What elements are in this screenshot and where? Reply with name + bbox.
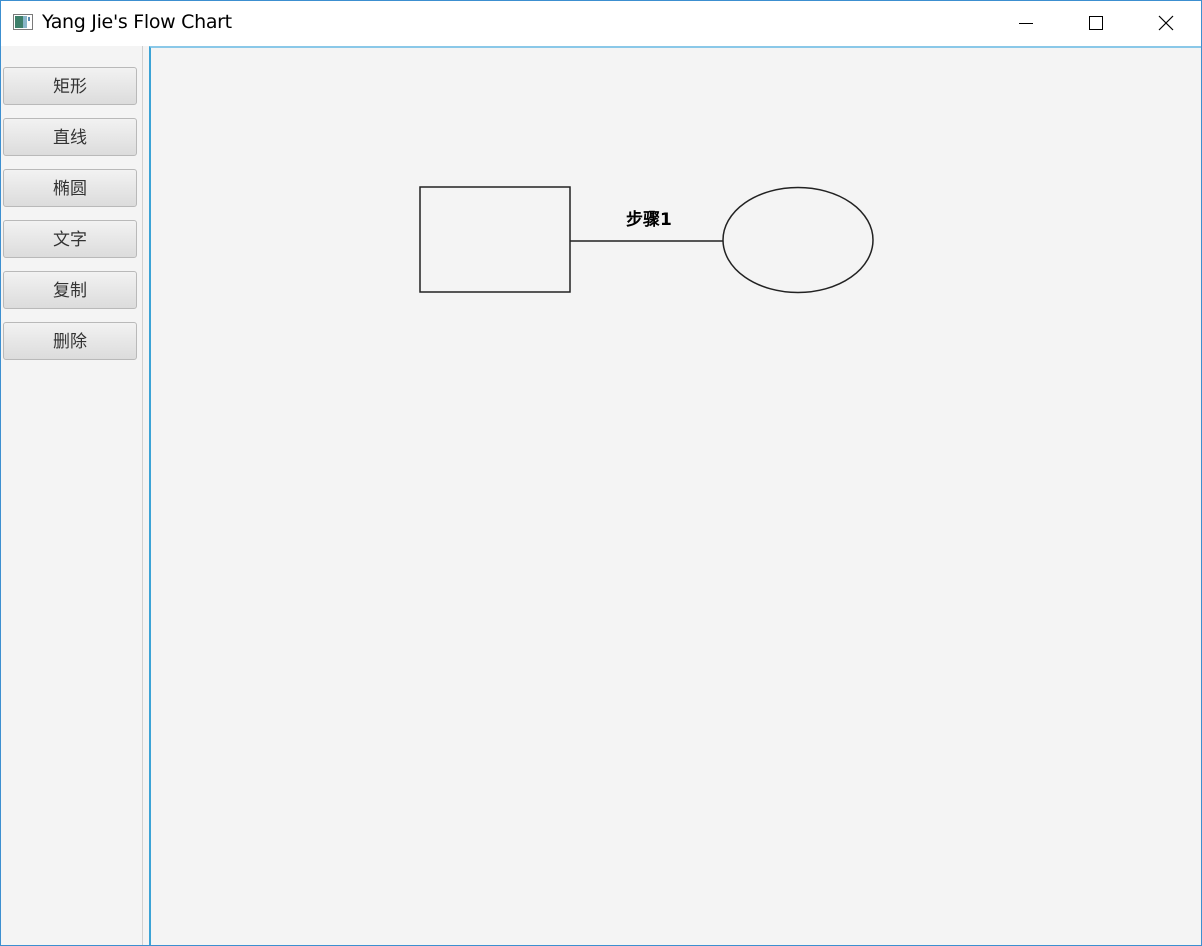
- canvas-svg: 步骤1: [419, 186, 874, 294]
- rectangle-button[interactable]: 矩形: [3, 67, 137, 105]
- text-button[interactable]: 文字: [3, 220, 137, 258]
- close-button[interactable]: [1131, 1, 1201, 46]
- drawing-canvas[interactable]: 步骤1: [149, 46, 1201, 945]
- maximize-icon: [1089, 16, 1103, 30]
- app-window: Yang Jie's Flow Chart 矩形 直线 椭圆 文字 复制 删除: [0, 0, 1202, 946]
- ellipse-button[interactable]: 椭圆: [3, 169, 137, 207]
- delete-button[interactable]: 删除: [3, 322, 137, 360]
- app-icon: [13, 14, 33, 30]
- window-title: Yang Jie's Flow Chart: [42, 11, 232, 33]
- minimize-icon: [1019, 23, 1033, 24]
- minimize-button[interactable]: [991, 1, 1061, 46]
- ellipse-shape[interactable]: [722, 186, 874, 294]
- maximize-button[interactable]: [1061, 1, 1131, 46]
- copy-button[interactable]: 复制: [3, 271, 137, 309]
- close-icon: [1158, 15, 1174, 31]
- title-bar[interactable]: Yang Jie's Flow Chart: [1, 1, 1201, 46]
- tool-sidebar: 矩形 直线 椭圆 文字 复制 删除: [1, 46, 143, 945]
- connector-label[interactable]: 步骤1: [626, 209, 672, 230]
- line-button[interactable]: 直线: [3, 118, 137, 156]
- rectangle-shape[interactable]: [419, 186, 571, 293]
